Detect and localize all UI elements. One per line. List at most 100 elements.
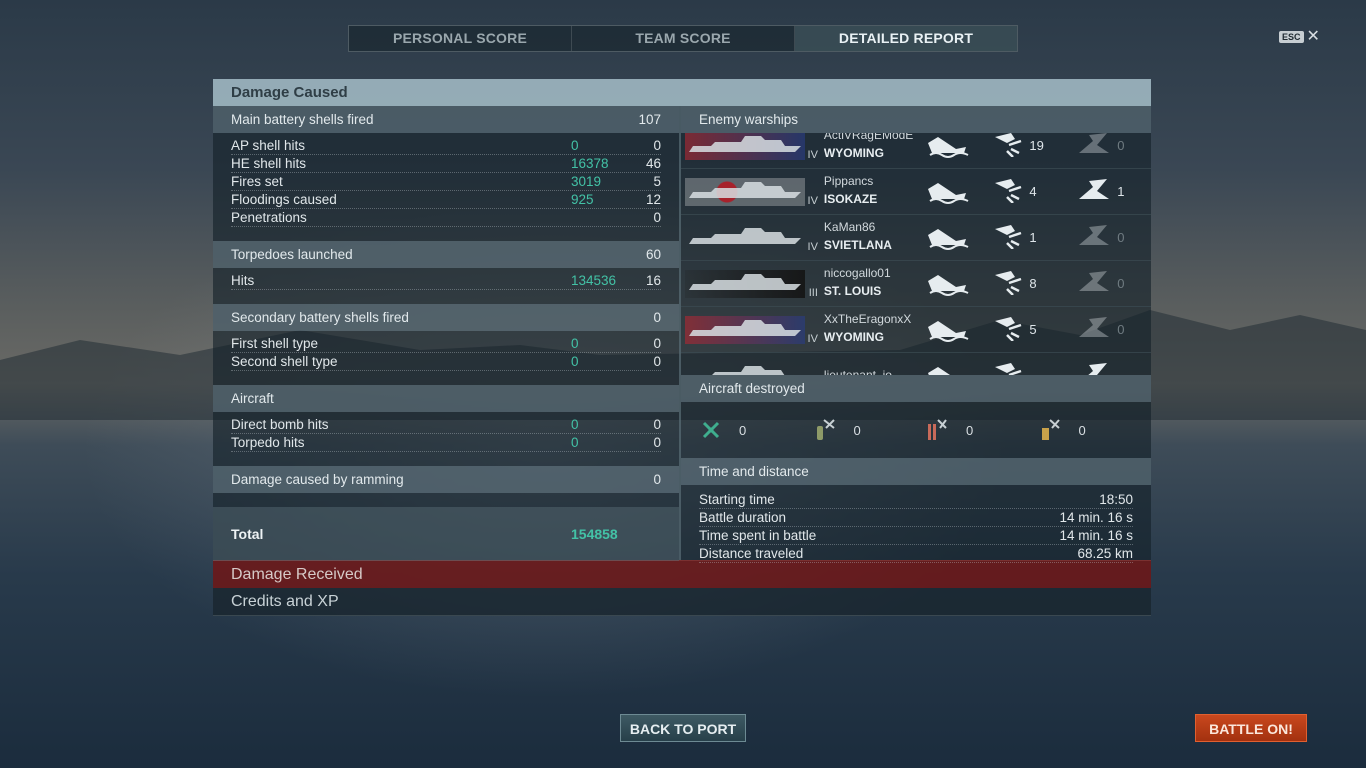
enemy-ship-row[interactable]: IV KaMan86 SVIETLANA 1 0 (681, 215, 1151, 261)
hits-stat: 5 (993, 315, 1067, 344)
stat-damage: 3019 (571, 174, 602, 189)
time-row: Distance traveled 68.25 km (699, 545, 1133, 563)
damage-caused-header[interactable]: Damage Caused (213, 79, 1151, 106)
kill-icon (1077, 361, 1111, 375)
kills-count: 0 (1117, 322, 1125, 337)
enemy-ship-row[interactable]: lieutenant_io (681, 353, 1151, 375)
close-button[interactable]: ESC ✕ (1279, 29, 1320, 45)
stat-count: 16 (645, 273, 661, 288)
time-value: 14 min. 16 s (1059, 510, 1133, 525)
score-tabs: PERSONAL SCORE TEAM SCORE DETAILED REPOR… (348, 25, 1018, 52)
ship-image (685, 177, 805, 206)
total-row: Total 154858 (213, 507, 679, 561)
ship-name: SVIETLANA (823, 238, 892, 252)
aircraft-destroyed-row: 0 0 0 0 (681, 402, 1151, 458)
stat-label: Direct bomb hits (231, 417, 329, 432)
player-name: lieutenant_io (823, 368, 892, 375)
dive-bomber-stat: 0 (926, 418, 1039, 442)
enemy-warships-label: Enemy warships (699, 112, 799, 127)
kill-icon (1077, 315, 1111, 344)
hits-count: 1 (1029, 230, 1037, 245)
stat-damage (571, 209, 631, 226)
player-name: Pippancs (823, 174, 874, 188)
ship-tier: IV (807, 194, 818, 207)
fighter-icon (702, 421, 720, 439)
back-to-port-button[interactable]: BACK TO PORT (620, 714, 746, 742)
ramming-header: Damage caused by ramming 0 (213, 466, 679, 493)
stat-row: Fires set 3019 5 (231, 173, 661, 191)
stat-row: Floodings caused 925 12 (231, 191, 661, 209)
ship-image (685, 269, 805, 298)
tab-detailed-report[interactable]: DETAILED REPORT (795, 26, 1017, 51)
stat-row: First shell type 0 0 (231, 335, 661, 353)
aircraft-header: Aircraft (213, 385, 679, 412)
hits-count: 5 (1029, 322, 1037, 337)
torpedoes-header: Torpedoes launched 60 (213, 241, 679, 268)
time-distance-header: Time and distance (681, 458, 1151, 485)
sunk-icon (926, 133, 983, 159)
player-name: KaMan86 (823, 220, 876, 234)
enemy-ship-row[interactable]: IV XxTheEragonxX WYOMING 5 0 (681, 307, 1151, 353)
player-name: ActiVRagEModE (823, 133, 914, 142)
kills-stat: 0 (1077, 269, 1151, 298)
stat-row: Penetrations 0 (231, 209, 661, 227)
tab-team-score[interactable]: TEAM SCORE (572, 26, 795, 51)
credits-xp-header[interactable]: Credits and XP (213, 588, 1151, 616)
torpedoes-label: Torpedoes launched (231, 247, 353, 262)
enemy-ship-list[interactable]: IV ActiVRagEModE WYOMING 19 0 IV Pippancs ISOKA… (681, 133, 1151, 375)
stat-row: Torpedo hits 0 0 (231, 434, 661, 452)
time-value: 68.25 km (1077, 546, 1133, 561)
time-row: Time spent in battle 14 min. 16 s (699, 527, 1133, 545)
aircraft-destroyed-header: Aircraft destroyed (681, 375, 1151, 402)
total-label: Total (231, 526, 264, 542)
enemy-column: Enemy warships IV ActiVRagEModE WYOMING 19 0… (681, 106, 1151, 563)
enemy-ship-row[interactable]: IV Pippancs ISOKAZE 4 1 (681, 169, 1151, 215)
stat-count: 0 (653, 417, 661, 432)
enemy-ship-row[interactable]: III niccogallo01 ST. LOUIS 8 0 (681, 261, 1151, 307)
ship-image (685, 362, 805, 375)
time-label: Starting time (699, 492, 775, 507)
stat-row: Direct bomb hits 0 0 (231, 416, 661, 434)
stat-count: 0 (653, 336, 661, 351)
torpedoes-count: 60 (645, 247, 661, 262)
tab-personal-score[interactable]: PERSONAL SCORE (349, 26, 572, 51)
aircraft-label: Aircraft (231, 391, 274, 406)
main-battery-header: Main battery shells fired 107 (213, 106, 679, 133)
ship-image (685, 224, 805, 252)
ship-tier: III (808, 286, 818, 299)
time-row: Starting time 18:50 (699, 491, 1133, 509)
kills-stat (1077, 361, 1151, 375)
enemy-ship-row[interactable]: IV ActiVRagEModE WYOMING 19 0 (681, 133, 1151, 169)
ship-image (685, 315, 805, 344)
stat-count: 0 (653, 210, 661, 225)
fighter-count: 0 (739, 422, 747, 438)
stat-row: AP shell hits 0 0 (231, 137, 661, 155)
stat-damage: 0 (571, 138, 579, 153)
dive-bomber-icon (928, 419, 947, 440)
stat-count: 46 (645, 156, 661, 171)
time-value: 18:50 (1099, 492, 1133, 507)
kill-icon (1077, 133, 1111, 160)
aircraft-destroyed-label: Aircraft destroyed (699, 381, 805, 396)
time-label: Time spent in battle (699, 528, 817, 543)
spotter-icon (1041, 419, 1060, 440)
total-value: 154858 (571, 526, 618, 542)
time-distance-label: Time and distance (699, 464, 809, 479)
kill-icon (1077, 269, 1111, 298)
stat-damage: 0 (571, 417, 579, 432)
ship-tier: IV (807, 332, 818, 345)
ship-name: WYOMING (823, 330, 884, 344)
torpedo-bomber-icon (816, 419, 835, 440)
stat-count: 0 (653, 354, 661, 369)
secondary-count: 0 (653, 310, 661, 325)
spotter-count: 0 (1078, 422, 1086, 438)
ship-name: WYOMING (823, 146, 884, 160)
battle-on-button[interactable]: BATTLE ON! (1195, 714, 1307, 742)
time-row: Battle duration 14 min. 16 s (699, 509, 1133, 527)
stat-row: Second shell type 0 0 (231, 353, 661, 371)
stat-damage: 0 (571, 336, 579, 351)
stat-label: Fires set (231, 174, 283, 189)
stat-count: 0 (653, 435, 661, 450)
sunk-icon (926, 179, 983, 205)
stat-damage: 0 (571, 435, 579, 450)
